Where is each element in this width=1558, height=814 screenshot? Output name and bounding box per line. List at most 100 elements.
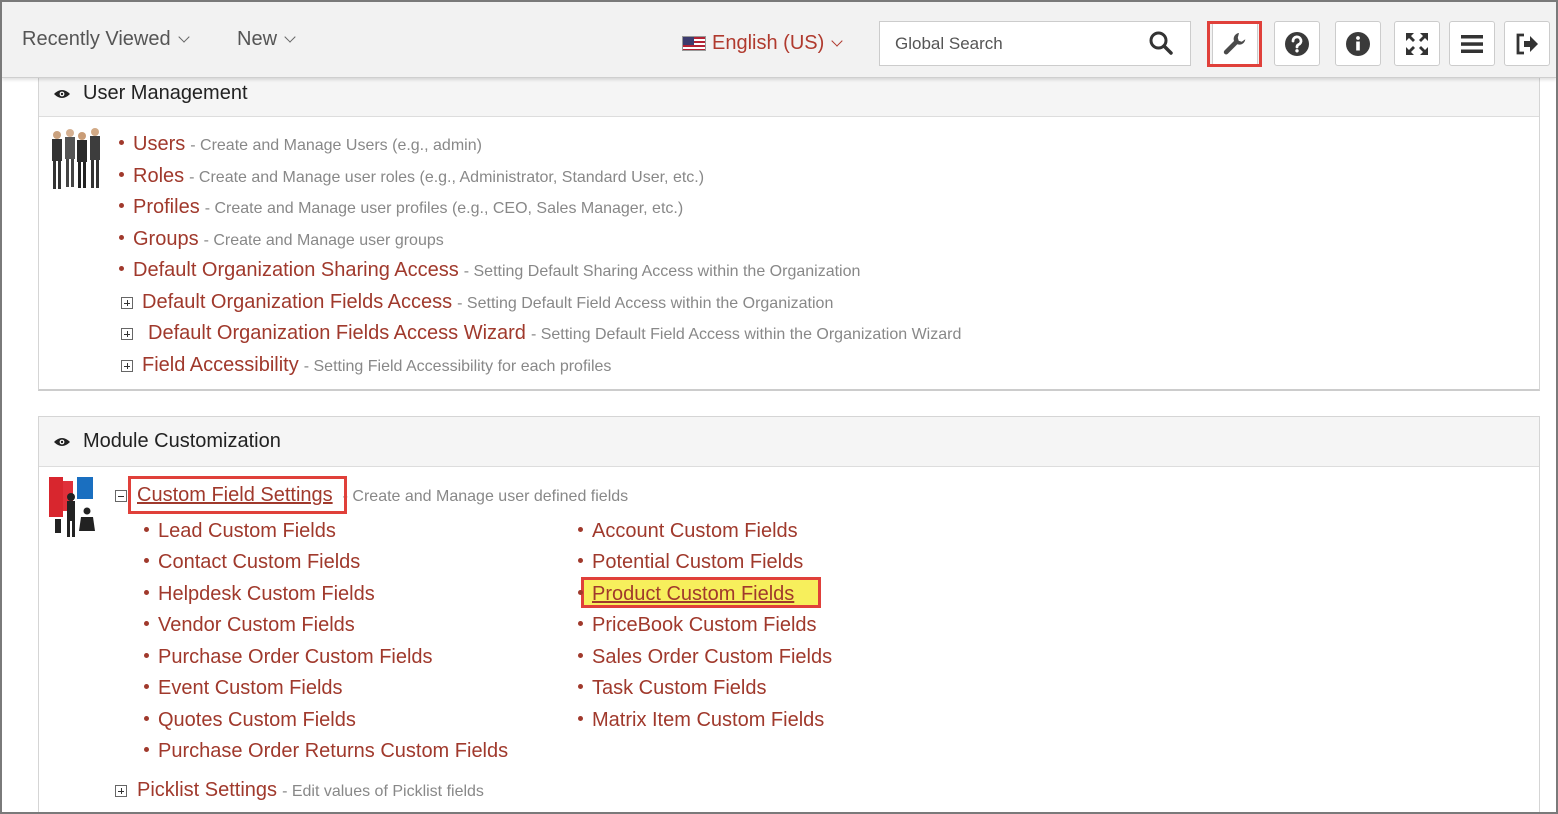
- field-accessibility-link[interactable]: Field Accessibility: [142, 354, 299, 377]
- purchase-order-returns-custom-fields-link[interactable]: Purchase Order Returns Custom Fields: [158, 740, 508, 763]
- profiles-item: Profiles - Create and Manage user profil…: [119, 196, 683, 219]
- sharing-access-item: Default Organization Sharing Access - Se…: [119, 259, 860, 282]
- users-group-icon: [52, 128, 100, 189]
- roles-desc: - Create and Manage user roles (e.g., Ad…: [189, 169, 705, 186]
- vendor-custom-fields-link[interactable]: Vendor Custom Fields: [158, 614, 355, 637]
- wrench-highlight-box: [1207, 21, 1262, 67]
- expand-plus-icon[interactable]: [121, 360, 133, 372]
- bullet: [578, 590, 583, 595]
- bullet: [144, 747, 149, 752]
- chevron-down-icon: [284, 31, 296, 43]
- groups-desc: - Create and Manage user groups: [203, 232, 444, 249]
- menu-button[interactable]: [1449, 21, 1495, 66]
- language-selector[interactable]: English (US): [682, 32, 843, 55]
- helpdesk-custom-fields-item: Helpdesk Custom Fields: [144, 583, 375, 606]
- product-custom-fields-item: Product Custom Fields: [578, 583, 794, 606]
- chevron-down-icon: [831, 35, 843, 47]
- sales-order-custom-fields-item: Sales Order Custom Fields: [578, 646, 832, 669]
- bullet: [119, 266, 124, 271]
- field-accessibility-item: Field Accessibility - Setting Field Acce…: [121, 354, 611, 377]
- picklist-settings-link[interactable]: Picklist Settings: [137, 779, 277, 802]
- groups-item: Groups - Create and Manage user groups: [119, 228, 444, 251]
- expand-plus-icon[interactable]: [115, 785, 127, 797]
- module-customization-header: Module Customization: [39, 417, 1539, 467]
- bullet: [119, 235, 124, 240]
- us-flag-icon: [682, 36, 706, 51]
- search-icon[interactable]: [1148, 30, 1174, 56]
- eye-icon[interactable]: [53, 436, 71, 448]
- module-customization-title: Module Customization: [83, 430, 281, 452]
- event-custom-fields-link[interactable]: Event Custom Fields: [158, 677, 343, 700]
- users-desc: - Create and Manage Users (e.g., admin): [190, 137, 482, 154]
- matrix-item-custom-fields-link[interactable]: Matrix Item Custom Fields: [592, 709, 824, 732]
- bullet: [119, 172, 124, 177]
- user-management-panel: User Management Users - Create and Manag…: [38, 70, 1540, 391]
- bullet: [578, 684, 583, 689]
- collapse-minus-icon[interactable]: [115, 490, 127, 502]
- sales-order-custom-fields-link[interactable]: Sales Order Custom Fields: [592, 646, 832, 669]
- sharing-access-link[interactable]: Default Organization Sharing Access: [133, 259, 459, 282]
- fields-access-wizard-link[interactable]: Default Organization Fields Access Wizar…: [148, 322, 526, 345]
- roles-link[interactable]: Roles: [133, 165, 184, 188]
- helpdesk-custom-fields-link[interactable]: Helpdesk Custom Fields: [158, 583, 375, 606]
- eye-icon[interactable]: [53, 88, 71, 100]
- pricebook-custom-fields-link[interactable]: PriceBook Custom Fields: [592, 614, 817, 637]
- lead-custom-fields-item: Lead Custom Fields: [144, 520, 336, 543]
- field-accessibility-desc: - Setting Field Accessibility for each p…: [303, 358, 612, 375]
- lead-custom-fields-link[interactable]: Lead Custom Fields: [158, 520, 336, 543]
- task-custom-fields-link[interactable]: Task Custom Fields: [592, 677, 767, 700]
- potential-custom-fields-item: Potential Custom Fields: [578, 551, 803, 574]
- pricebook-custom-fields-item: PriceBook Custom Fields: [578, 614, 817, 637]
- app-window: Recently Viewed New English (US) Global …: [0, 0, 1558, 814]
- event-custom-fields-item: Event Custom Fields: [144, 677, 343, 700]
- bullet: [578, 558, 583, 563]
- fullscreen-button[interactable]: [1394, 21, 1440, 66]
- bullet: [119, 203, 124, 208]
- bullet: [144, 653, 149, 658]
- language-label: English (US): [712, 32, 825, 54]
- quotes-custom-fields-link[interactable]: Quotes Custom Fields: [158, 709, 356, 732]
- contact-custom-fields-item: Contact Custom Fields: [144, 551, 360, 574]
- users-item: Users - Create and Manage Users (e.g., a…: [119, 133, 482, 156]
- expand-plus-icon[interactable]: [121, 297, 133, 309]
- help-button[interactable]: [1274, 21, 1320, 66]
- profiles-link[interactable]: Profiles: [133, 196, 200, 219]
- sharing-access-desc: - Setting Default Sharing Access within …: [463, 263, 861, 280]
- bullet: [578, 653, 583, 658]
- logout-button[interactable]: [1504, 21, 1550, 66]
- bullet: [119, 140, 124, 145]
- bullet: [144, 558, 149, 563]
- bullet: [144, 590, 149, 595]
- info-circle-icon: [1346, 31, 1370, 56]
- bullet: [144, 684, 149, 689]
- fields-access-item: Default Organization Fields Access - Set…: [121, 291, 833, 314]
- fields-access-desc: - Setting Default Field Access within th…: [457, 295, 834, 312]
- profiles-desc: - Create and Manage user profiles (e.g.,…: [204, 200, 684, 217]
- groups-link[interactable]: Groups: [133, 228, 199, 251]
- account-custom-fields-link[interactable]: Account Custom Fields: [592, 520, 798, 543]
- hamburger-menu-icon: [1461, 34, 1483, 53]
- bullet: [578, 527, 583, 532]
- users-link[interactable]: Users: [133, 133, 185, 156]
- potential-custom-fields-link[interactable]: Potential Custom Fields: [592, 551, 803, 574]
- custom-field-settings-highlight-box: [128, 476, 347, 514]
- global-search-box: [879, 21, 1191, 66]
- recently-viewed-menu[interactable]: Recently Viewed: [22, 28, 190, 51]
- purchase-order-custom-fields-link[interactable]: Purchase Order Custom Fields: [158, 646, 433, 669]
- module-customization-panel: Module Customization Custom Field Settin…: [38, 416, 1540, 812]
- top-navigation-bar: Recently Viewed New English (US): [2, 2, 1556, 78]
- quotes-custom-fields-item: Quotes Custom Fields: [144, 709, 356, 732]
- matrix-item-custom-fields-item: Matrix Item Custom Fields: [578, 709, 824, 732]
- user-management-title: User Management: [83, 82, 248, 104]
- bullet: [144, 716, 149, 721]
- global-search-input[interactable]: [895, 33, 1135, 54]
- info-button[interactable]: [1335, 21, 1381, 66]
- product-custom-fields-link[interactable]: Product Custom Fields: [592, 583, 794, 606]
- new-menu[interactable]: New: [237, 28, 296, 51]
- fields-access-link[interactable]: Default Organization Fields Access: [142, 291, 452, 314]
- task-custom-fields-item: Task Custom Fields: [578, 677, 767, 700]
- expand-plus-icon[interactable]: [121, 328, 133, 340]
- contact-custom-fields-link[interactable]: Contact Custom Fields: [158, 551, 360, 574]
- expand-icon: [1406, 32, 1428, 55]
- account-custom-fields-item: Account Custom Fields: [578, 520, 798, 543]
